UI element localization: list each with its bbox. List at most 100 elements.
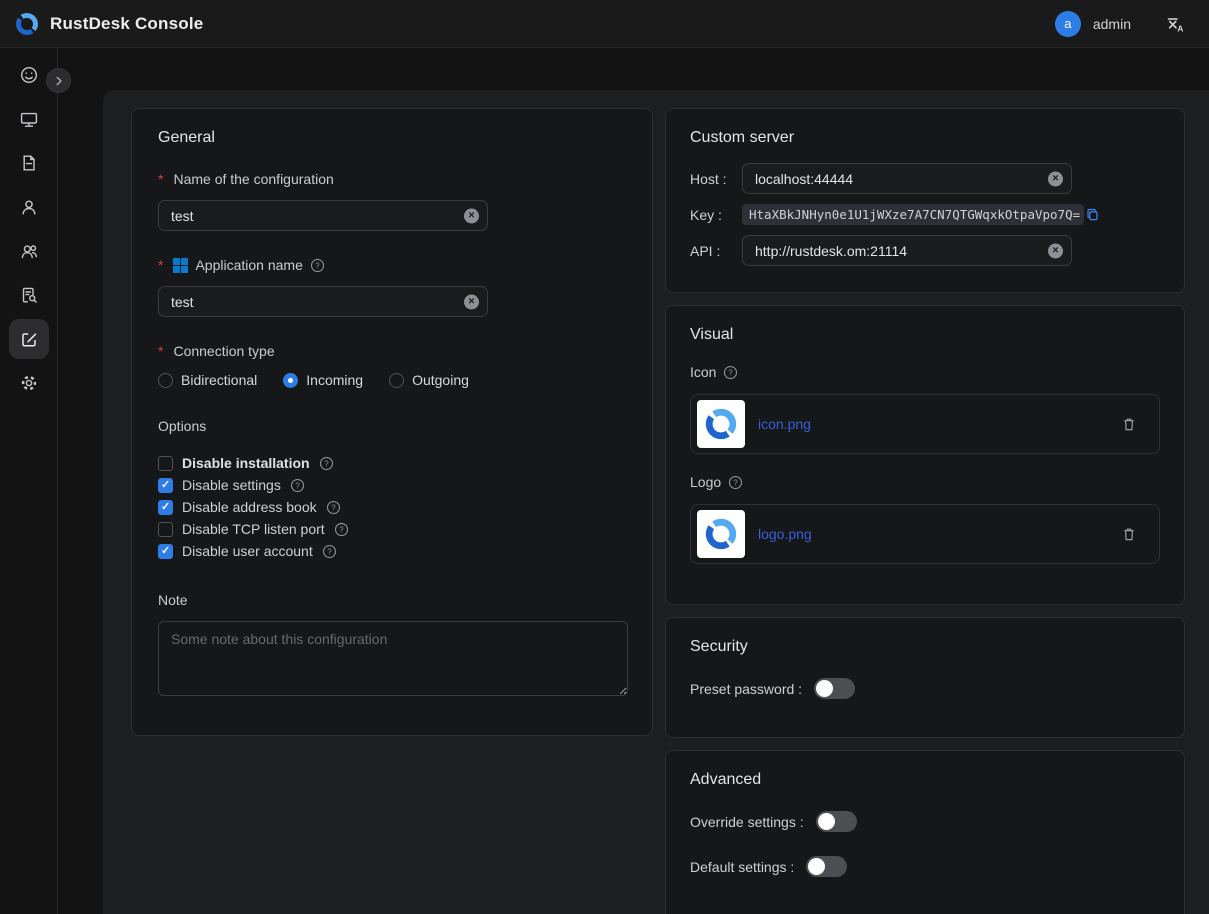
clear-icon[interactable] — [1048, 171, 1063, 186]
visual-title: Visual — [690, 326, 1160, 344]
svg-text:A: A — [1177, 23, 1183, 33]
help-icon[interactable]: ? — [319, 456, 334, 471]
app-name-input[interactable] — [158, 286, 488, 317]
radio-incoming[interactable]: Incoming — [283, 372, 363, 388]
api-label: API : — [690, 243, 742, 259]
general-card-title: General — [158, 129, 626, 147]
default-settings-label: Default settings : — [690, 859, 794, 875]
radio-outgoing[interactable]: Outgoing — [389, 372, 469, 388]
checkbox-icon[interactable] — [158, 456, 173, 471]
preset-password-label: Preset password : — [690, 681, 802, 697]
radio-icon[interactable] — [389, 373, 404, 388]
clear-icon[interactable] — [1048, 243, 1063, 258]
clear-icon[interactable] — [464, 208, 479, 223]
smiley-icon — [19, 65, 39, 85]
help-icon[interactable]: ? — [310, 258, 325, 273]
default-settings-row: Default settings : — [690, 856, 1160, 877]
logo-thumbnail — [697, 510, 745, 558]
help-icon[interactable]: ? — [334, 522, 349, 537]
radio-icon[interactable] — [283, 373, 298, 388]
icon-file-link[interactable]: icon.png — [758, 416, 811, 432]
user-icon — [19, 197, 39, 217]
chevron-right-icon — [52, 74, 66, 88]
security-title: Security — [690, 638, 1160, 656]
sidebar — [0, 48, 58, 914]
svg-text:?: ? — [733, 478, 738, 487]
trash-icon[interactable] — [1121, 416, 1137, 432]
help-icon[interactable]: ? — [290, 478, 305, 493]
help-icon[interactable]: ? — [326, 500, 341, 515]
trash-icon[interactable] — [1121, 526, 1137, 542]
translate-icon[interactable]: A — [1165, 14, 1185, 34]
connection-type-group: Bidirectional Incoming Outgoing — [158, 372, 626, 388]
sidebar-item-dashboard[interactable] — [9, 55, 49, 95]
sidebar-item-custom-client[interactable] — [9, 319, 49, 359]
host-input[interactable] — [742, 163, 1072, 194]
checkbox-icon[interactable] — [158, 478, 173, 493]
override-settings-toggle[interactable] — [816, 811, 857, 832]
preset-password-toggle[interactable] — [814, 678, 855, 699]
host-label: Host : — [690, 171, 742, 187]
sidebar-item-documents[interactable] — [9, 143, 49, 183]
sidebar-item-groups[interactable] — [9, 231, 49, 271]
checkbox-icon[interactable] — [158, 500, 173, 515]
help-icon[interactable]: ? — [723, 365, 738, 380]
avatar[interactable]: a — [1055, 11, 1081, 37]
option-disable-address-book[interactable]: Disable address book ? — [158, 496, 626, 518]
windows-logo-icon — [173, 258, 188, 273]
clear-icon[interactable] — [464, 294, 479, 309]
username[interactable]: admin — [1093, 16, 1131, 32]
host-input-wrap — [742, 163, 1072, 194]
gear-icon — [19, 373, 39, 393]
config-name-input[interactable] — [158, 200, 488, 231]
logo-file-link[interactable]: logo.png — [758, 526, 812, 542]
config-name-label: Name of the configuration — [158, 171, 626, 187]
sidebar-expand-button[interactable] — [46, 68, 71, 93]
svg-text:?: ? — [729, 368, 734, 377]
sidebar-item-settings[interactable] — [9, 363, 49, 403]
icon-thumbnail — [697, 400, 745, 448]
host-row: Host : — [690, 163, 1160, 194]
sidebar-item-users[interactable] — [9, 187, 49, 227]
user-group-icon — [19, 241, 39, 261]
key-label: Key : — [690, 207, 742, 223]
sidebar-item-audit[interactable] — [9, 275, 49, 315]
preset-password-row: Preset password : — [690, 678, 1160, 699]
checkbox-icon[interactable] — [158, 544, 173, 559]
radio-bidirectional[interactable]: Bidirectional — [158, 372, 257, 388]
api-row: API : — [690, 235, 1160, 266]
sidebar-item-devices[interactable] — [9, 99, 49, 139]
svg-text:?: ? — [331, 503, 336, 512]
override-settings-label: Override settings : — [690, 814, 804, 830]
app-name-label: Application name ? — [158, 257, 626, 273]
default-settings-toggle[interactable] — [806, 856, 847, 877]
server-key-chip: HtaXBkJNHyn0e1U1jWXze7A7CN7QTGWqxkOtpaVp… — [742, 204, 1084, 225]
option-disable-user-account[interactable]: Disable user account ? — [158, 540, 626, 562]
icon-file-row: icon.png — [690, 394, 1160, 454]
option-disable-settings[interactable]: Disable settings ? — [158, 474, 626, 496]
note-label: Note — [158, 592, 626, 608]
note-textarea[interactable] — [158, 621, 628, 696]
monitor-icon — [19, 109, 39, 129]
key-row: Key : HtaXBkJNHyn0e1U1jWXze7A7CN7QTGWqxk… — [690, 204, 1160, 225]
logo-label: Logo ? — [690, 474, 1160, 490]
main-content: General Name of the configuration — [103, 90, 1209, 914]
api-input[interactable] — [742, 235, 1072, 266]
option-disable-installation[interactable]: Disable installation ? — [158, 452, 626, 474]
config-name-input-wrap — [158, 200, 488, 231]
radio-icon[interactable] — [158, 373, 173, 388]
override-settings-row: Override settings : — [690, 811, 1160, 832]
advanced-title: Advanced — [690, 771, 1160, 789]
rustdesk-logo-icon — [14, 11, 40, 37]
app-title: RustDesk Console — [50, 14, 203, 34]
visual-card: Visual Icon ? icon.png — [665, 305, 1185, 605]
app-header: RustDesk Console a admin A — [0, 0, 1209, 48]
copy-icon[interactable] — [1086, 208, 1099, 221]
help-icon[interactable]: ? — [322, 544, 337, 559]
audit-log-icon — [19, 285, 39, 305]
icon-label: Icon ? — [690, 364, 1160, 380]
option-disable-tcp-listen-port[interactable]: Disable TCP listen port ? — [158, 518, 626, 540]
svg-text:?: ? — [315, 261, 320, 270]
checkbox-icon[interactable] — [158, 522, 173, 537]
help-icon[interactable]: ? — [728, 475, 743, 490]
